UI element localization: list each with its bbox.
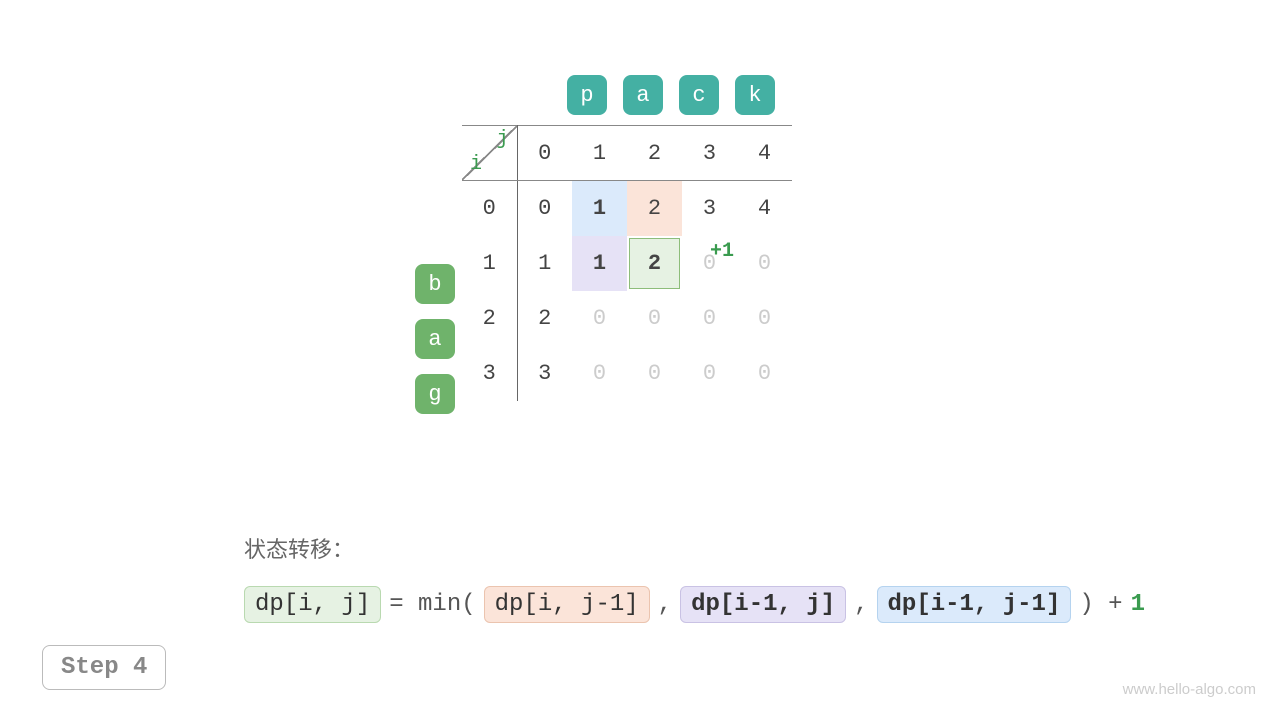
dp-table: ij01234001234111200220000330000 [462,125,792,401]
row-header: 2 [462,291,517,346]
dp-cell: 2 [517,291,572,346]
side-char-tile: g [415,374,455,414]
side-char-tile: b [415,264,455,304]
formula-term-lavender: dp[i-1, j] [680,586,846,623]
formula-term-blue: dp[i-1, j-1] [877,586,1072,623]
top-char-tile: a [623,75,663,115]
dp-cell: 0 [517,181,572,236]
formula-comma2: , [852,591,870,618]
dp-cell: 0 [682,346,737,401]
watermark: www.hello-algo.com [1123,681,1256,698]
top-char-tile: k [735,75,775,115]
dp-cell: 1 [572,181,627,236]
dp-cell: 4 [737,181,792,236]
dp-cell: 0 [572,346,627,401]
formula-section: 状态转移： dp[i, j] = min( dp[i, j-1] , dp[i-… [244,532,1145,623]
formula-term-orange: dp[i, j-1] [484,586,650,623]
formula-one: 1 [1131,591,1145,618]
col-header: 1 [572,126,627,181]
top-char-tile: c [679,75,719,115]
row-header: 3 [462,346,517,401]
side-char-tile: a [415,319,455,359]
step-badge: Step 4 [42,645,166,690]
dp-cell: 3 [682,181,737,236]
dp-cell: 3 [517,346,572,401]
top-string: pack [567,75,775,115]
dp-cell: 2 [627,236,682,291]
dp-cell: 0 [682,291,737,346]
formula-eq: = min( [387,591,477,618]
dp-cell: 0 [572,291,627,346]
dp-cell: 0 [737,346,792,401]
row-header: 1 [462,236,517,291]
col-header: 0 [517,126,572,181]
col-header: 4 [737,126,792,181]
formula-close: ) + [1077,591,1124,618]
dp-cell: 0 [737,291,792,346]
formula-title: 状态转移： [244,532,1145,564]
plus-one-annotation: +1 [710,240,734,263]
col-header: 3 [682,126,737,181]
formula-expression: dp[i, j] = min( dp[i, j-1] , dp[i-1, j] … [244,586,1145,623]
dp-cell: 1 [517,236,572,291]
side-string: bag [415,264,455,414]
dp-cell: 0 [627,291,682,346]
col-header: 2 [627,126,682,181]
formula-lhs: dp[i, j] [244,586,381,623]
dp-cell: 1 [572,236,627,291]
dp-cell: 0 [737,236,792,291]
dp-cell: 2 [627,181,682,236]
formula-comma1: , [656,591,674,618]
axis-corner: ij [462,126,517,181]
dp-cell: 0 [627,346,682,401]
top-char-tile: p [567,75,607,115]
row-header: 0 [462,181,517,236]
